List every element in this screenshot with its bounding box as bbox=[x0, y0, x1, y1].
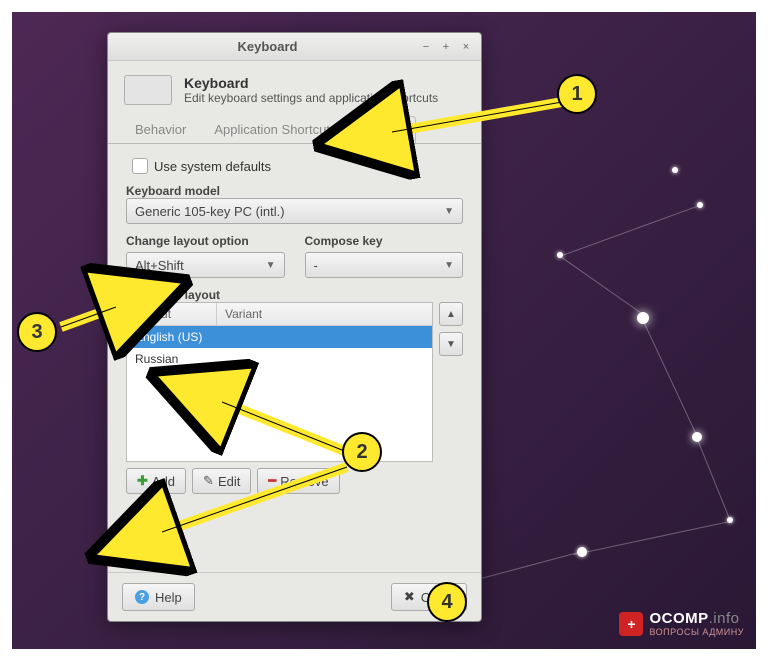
plus-icon: ✚ bbox=[137, 473, 148, 489]
annotation-arrow-1 bbox=[382, 97, 562, 150]
move-up-button[interactable]: ▲ bbox=[439, 302, 463, 326]
move-down-button[interactable]: ▼ bbox=[439, 332, 463, 356]
keyboard-layout-label: Keyboard layout bbox=[126, 288, 463, 302]
column-header-variant[interactable]: Variant bbox=[217, 303, 432, 325]
arrow-down-icon: ▼ bbox=[446, 339, 456, 350]
change-layout-value: Alt+Shift bbox=[135, 258, 184, 273]
annotation-arrow-3 bbox=[56, 302, 126, 335]
help-button-label: Help bbox=[155, 590, 182, 605]
keyboard-icon bbox=[124, 75, 172, 105]
annotation-badge-2: 2 bbox=[342, 432, 382, 472]
help-icon: ? bbox=[135, 590, 149, 604]
close-icon: ✖ bbox=[404, 589, 415, 605]
keyboard-model-value: Generic 105-key PC (intl.) bbox=[135, 204, 285, 219]
annotation-badge-1: 1 bbox=[557, 74, 597, 114]
tab-behavior[interactable]: Behavior bbox=[122, 115, 199, 143]
layout-row-russian[interactable]: Russian bbox=[127, 348, 432, 370]
constellation-line bbox=[562, 204, 703, 256]
chevron-down-icon: ▼ bbox=[266, 260, 276, 271]
constellation-line bbox=[573, 521, 730, 555]
keyboard-model-combo[interactable]: Generic 105-key PC (intl.) ▼ bbox=[126, 198, 463, 224]
keyboard-model-label: Keyboard model bbox=[126, 184, 463, 198]
constellation-line bbox=[696, 437, 731, 521]
annotation-arrow-2b bbox=[152, 462, 352, 545]
help-button[interactable]: ? Help bbox=[122, 583, 195, 611]
use-defaults-label: Use system defaults bbox=[154, 159, 271, 174]
annotation-badge-3: 3 bbox=[17, 312, 57, 352]
brand-cross-icon: + bbox=[619, 612, 643, 636]
compose-key-label: Compose key bbox=[305, 234, 464, 248]
change-layout-combo[interactable]: Alt+Shift ▼ bbox=[126, 252, 285, 278]
star-decoration bbox=[672, 167, 678, 173]
brand-tagline: ВОПРОСЫ АДМИНУ bbox=[649, 627, 744, 637]
constellation-line bbox=[641, 317, 697, 435]
window-footer: ? Help ✖ Close bbox=[108, 572, 481, 621]
use-defaults-checkbox[interactable] bbox=[132, 158, 148, 174]
compose-key-combo[interactable]: - ▼ bbox=[305, 252, 464, 278]
brand-name: OCOMP.info bbox=[649, 610, 744, 627]
change-layout-label: Change layout option bbox=[126, 234, 285, 248]
watermark-brand: + OCOMP.info ВОПРОСЫ АДМИНУ bbox=[619, 610, 744, 637]
annotation-badge-4: 4 bbox=[427, 582, 467, 622]
window-titlebar[interactable]: Keyboard − + × bbox=[108, 33, 481, 61]
close-window-button[interactable]: × bbox=[459, 40, 473, 54]
chevron-down-icon: ▼ bbox=[444, 206, 454, 217]
constellation-line bbox=[561, 257, 643, 315]
header-title: Keyboard bbox=[184, 75, 438, 91]
chevron-down-icon: ▼ bbox=[444, 260, 454, 271]
annotation-arrow-2a bbox=[212, 397, 352, 460]
maximize-button[interactable]: + bbox=[439, 40, 453, 54]
minimize-button[interactable]: − bbox=[419, 40, 433, 54]
desktop-background: Keyboard − + × Keyboard Edit keyboard se… bbox=[0, 0, 768, 661]
layout-row-english[interactable]: English (US) bbox=[127, 326, 432, 348]
column-header-layout[interactable]: Layout bbox=[127, 303, 217, 325]
window-title: Keyboard bbox=[116, 39, 419, 54]
layout-list-header: Layout Variant bbox=[127, 303, 432, 326]
tab-application-shortcuts[interactable]: Application Shortcuts bbox=[201, 115, 349, 143]
compose-key-value: - bbox=[314, 258, 318, 273]
arrow-up-icon: ▲ bbox=[446, 309, 456, 320]
